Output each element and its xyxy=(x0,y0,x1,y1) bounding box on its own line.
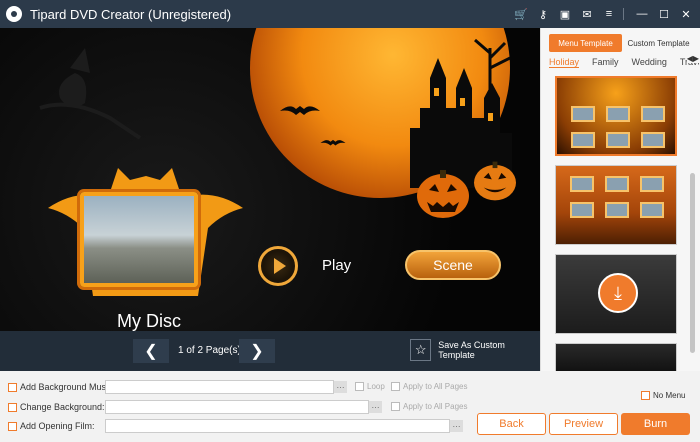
category-tabs: Holiday Family Wedding Travel ◀▶ xyxy=(549,54,699,70)
template-thumbnail[interactable] xyxy=(555,343,677,371)
apply-all-checkbox-2[interactable] xyxy=(391,402,400,411)
witch-graphic xyxy=(39,48,142,140)
template-card xyxy=(570,202,594,218)
title-bar-controls: 🛒 ⚷ ▣ ✉ ≡ — ☐ ✕ xyxy=(509,0,694,28)
feedback-icon[interactable]: ✉ xyxy=(579,6,595,22)
back-button[interactable]: Back xyxy=(477,413,546,435)
save-icon[interactable]: ▣ xyxy=(557,6,573,22)
bat-graphic xyxy=(320,139,346,146)
change-bg-field[interactable] xyxy=(105,400,369,414)
category-scroll-arrows[interactable]: ◀▶ xyxy=(686,54,699,63)
title-bar: Tipard DVD Creator (Unregistered) 🛒 ⚷ ▣ … xyxy=(0,0,700,28)
tab-menu-template[interactable]: Menu Template xyxy=(549,34,622,52)
close-icon[interactable]: ✕ xyxy=(678,6,694,22)
menu-icon[interactable]: ≡ xyxy=(601,6,617,22)
apply-all-option[interactable]: Apply to All Pages xyxy=(391,382,467,391)
burn-button[interactable]: Burn xyxy=(621,413,690,435)
next-page-button[interactable]: ❯ xyxy=(239,339,275,363)
save-custom-template[interactable]: ☆ Save As Custom Template xyxy=(410,339,540,361)
change-bg-browse-button[interactable]: ··· xyxy=(369,401,382,413)
category-family[interactable]: Family xyxy=(592,57,619,67)
template-scrollbar[interactable] xyxy=(690,173,695,353)
tab-custom-template[interactable]: Custom Template xyxy=(622,34,695,52)
category-wedding[interactable]: Wedding xyxy=(632,57,667,67)
template-card xyxy=(641,132,665,148)
key-icon[interactable]: ⚷ xyxy=(535,6,551,22)
category-holiday[interactable]: Holiday xyxy=(549,57,580,68)
template-card xyxy=(605,176,629,192)
opening-film-browse-button[interactable]: ··· xyxy=(450,420,463,432)
pumpkin-graphic xyxy=(417,170,469,218)
template-card xyxy=(606,106,630,122)
play-label[interactable]: Play xyxy=(322,257,351,274)
change-bg-label: Change Background: xyxy=(20,402,105,412)
separator xyxy=(623,8,624,20)
template-card xyxy=(571,132,595,148)
prev-page-button[interactable]: ❮ xyxy=(133,339,169,363)
template-card xyxy=(641,106,665,122)
change-bg-checkbox[interactable] xyxy=(8,402,17,412)
cart-icon[interactable]: 🛒 xyxy=(513,6,529,22)
bg-music-field[interactable] xyxy=(105,380,334,394)
bg-music-browse-button[interactable]: ··· xyxy=(334,381,347,393)
opening-film-field[interactable] xyxy=(105,419,450,433)
star-icon[interactable]: ☆ xyxy=(410,339,432,361)
template-list: ⤓ xyxy=(555,76,679,371)
template-card xyxy=(570,176,594,192)
opening-film-row: Add Opening Film: xyxy=(8,419,95,433)
opening-film-label: Add Opening Film: xyxy=(20,421,95,431)
menu-preview: My Disc Play Scene xyxy=(0,28,540,331)
page-nav-bar: ❮ 1 of 2 Page(s) ❯ ☆ Save As Custom Temp… xyxy=(0,331,540,371)
save-template-label[interactable]: Save As Custom Template xyxy=(438,340,540,360)
scene-button[interactable]: Scene xyxy=(405,250,501,280)
apply-all-label-2: Apply to All Pages xyxy=(403,402,468,411)
no-menu-label: No Menu xyxy=(653,391,686,400)
apply-all-label: Apply to All Pages xyxy=(403,382,468,391)
template-thumbnail[interactable] xyxy=(555,76,677,156)
loop-option[interactable]: Loop xyxy=(355,382,385,391)
opening-film-checkbox[interactable] xyxy=(8,421,17,431)
settings-area: Add Background Music: ··· Loop Apply to … xyxy=(0,371,700,442)
maximize-icon[interactable]: ☐ xyxy=(656,6,672,22)
loop-checkbox[interactable] xyxy=(355,382,364,391)
bg-music-checkbox[interactable] xyxy=(8,382,17,392)
apply-all-option-2[interactable]: Apply to All Pages xyxy=(391,402,467,411)
preview-button[interactable]: Preview xyxy=(549,413,618,435)
template-tabs: Menu Template Custom Template xyxy=(549,34,695,52)
template-card xyxy=(605,202,629,218)
template-card xyxy=(640,202,664,218)
pumpkin-graphic xyxy=(474,161,516,201)
bg-music-row: Add Background Music: xyxy=(8,380,115,394)
bat-graphic xyxy=(280,106,320,115)
bg-music-label: Add Background Music: xyxy=(20,382,116,392)
apply-all-checkbox[interactable] xyxy=(391,382,400,391)
no-menu-option[interactable]: No Menu xyxy=(641,391,685,400)
template-card xyxy=(606,132,630,148)
template-thumbnail[interactable] xyxy=(555,165,677,245)
play-button[interactable] xyxy=(258,246,298,286)
minimize-icon[interactable]: — xyxy=(634,6,650,22)
change-bg-row: Change Background: xyxy=(8,400,105,414)
template-thumbnail[interactable]: ⤓ xyxy=(555,254,677,334)
template-card xyxy=(571,106,595,122)
app-title: Tipard DVD Creator (Unregistered) xyxy=(30,6,232,22)
disc-title[interactable]: My Disc xyxy=(117,311,181,331)
download-icon[interactable]: ⤓ xyxy=(598,273,638,313)
app-logo-icon xyxy=(6,6,22,22)
loop-label: Loop xyxy=(367,382,385,391)
template-panel: Menu Template Custom Template Holiday Fa… xyxy=(540,28,700,371)
page-info: 1 of 2 Page(s) xyxy=(178,345,241,356)
disc-thumbnail[interactable] xyxy=(80,192,198,287)
no-menu-checkbox[interactable] xyxy=(641,391,650,400)
template-card xyxy=(640,176,664,192)
